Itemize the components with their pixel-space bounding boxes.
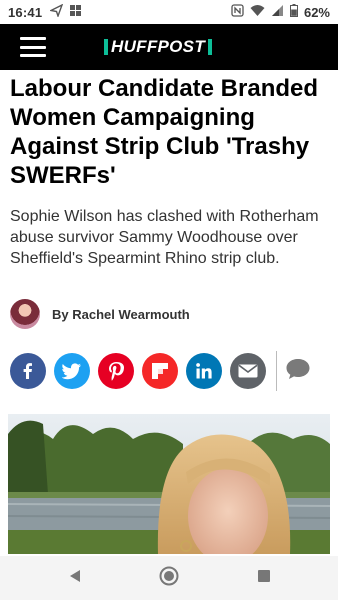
email-icon bbox=[238, 364, 258, 378]
article-headline: Labour Candidate Branded Women Campaigni… bbox=[10, 75, 319, 189]
email-share-button[interactable] bbox=[230, 353, 266, 389]
facebook-icon bbox=[19, 362, 37, 380]
send-icon bbox=[49, 3, 64, 20]
byline: By Rachel Wearmouth bbox=[10, 298, 190, 330]
lead-photo bbox=[8, 414, 330, 554]
signal-icon bbox=[271, 4, 284, 20]
pinterest-share-button[interactable] bbox=[98, 353, 134, 389]
linkedin-share-button[interactable] bbox=[186, 353, 222, 389]
huffpost-logo[interactable]: HUFFPOST bbox=[104, 37, 213, 56]
logo-text: HUFFPOST bbox=[111, 37, 206, 56]
home-icon bbox=[159, 566, 179, 591]
wifi-icon bbox=[250, 4, 265, 20]
pinterest-icon bbox=[107, 361, 125, 381]
nfc-icon bbox=[231, 4, 244, 20]
share-bar bbox=[10, 351, 313, 391]
home-button[interactable] bbox=[149, 560, 189, 596]
facebook-share-button[interactable] bbox=[10, 353, 46, 389]
recents-icon bbox=[257, 569, 271, 588]
status-time: 16:41 bbox=[8, 4, 43, 20]
battery-icon bbox=[289, 4, 298, 20]
flipboard-share-button[interactable] bbox=[142, 353, 178, 389]
back-icon bbox=[68, 569, 82, 588]
author-avatar[interactable] bbox=[10, 299, 40, 329]
share-divider bbox=[276, 351, 277, 391]
status-bar: 16:41 62% bbox=[0, 0, 338, 24]
flipboard-icon bbox=[151, 362, 169, 380]
comment-button[interactable] bbox=[283, 356, 313, 386]
article-dek: Sophie Wilson has clashed with Rotherham… bbox=[10, 208, 319, 267]
author-name[interactable]: By Rachel Wearmouth bbox=[52, 307, 190, 322]
twitter-icon bbox=[62, 362, 82, 380]
app-header: HUFFPOST bbox=[0, 24, 338, 70]
article-lead-image[interactable] bbox=[8, 414, 330, 554]
back-button[interactable] bbox=[55, 560, 95, 596]
system-nav-bar bbox=[0, 556, 338, 600]
recents-button[interactable] bbox=[244, 560, 284, 596]
twitter-share-button[interactable] bbox=[54, 353, 90, 389]
comment-icon bbox=[285, 357, 311, 386]
gallery-icon bbox=[69, 4, 82, 20]
hamburger-menu-icon[interactable] bbox=[20, 37, 46, 57]
battery-percent: 62% bbox=[303, 4, 330, 20]
linkedin-icon bbox=[195, 362, 213, 380]
